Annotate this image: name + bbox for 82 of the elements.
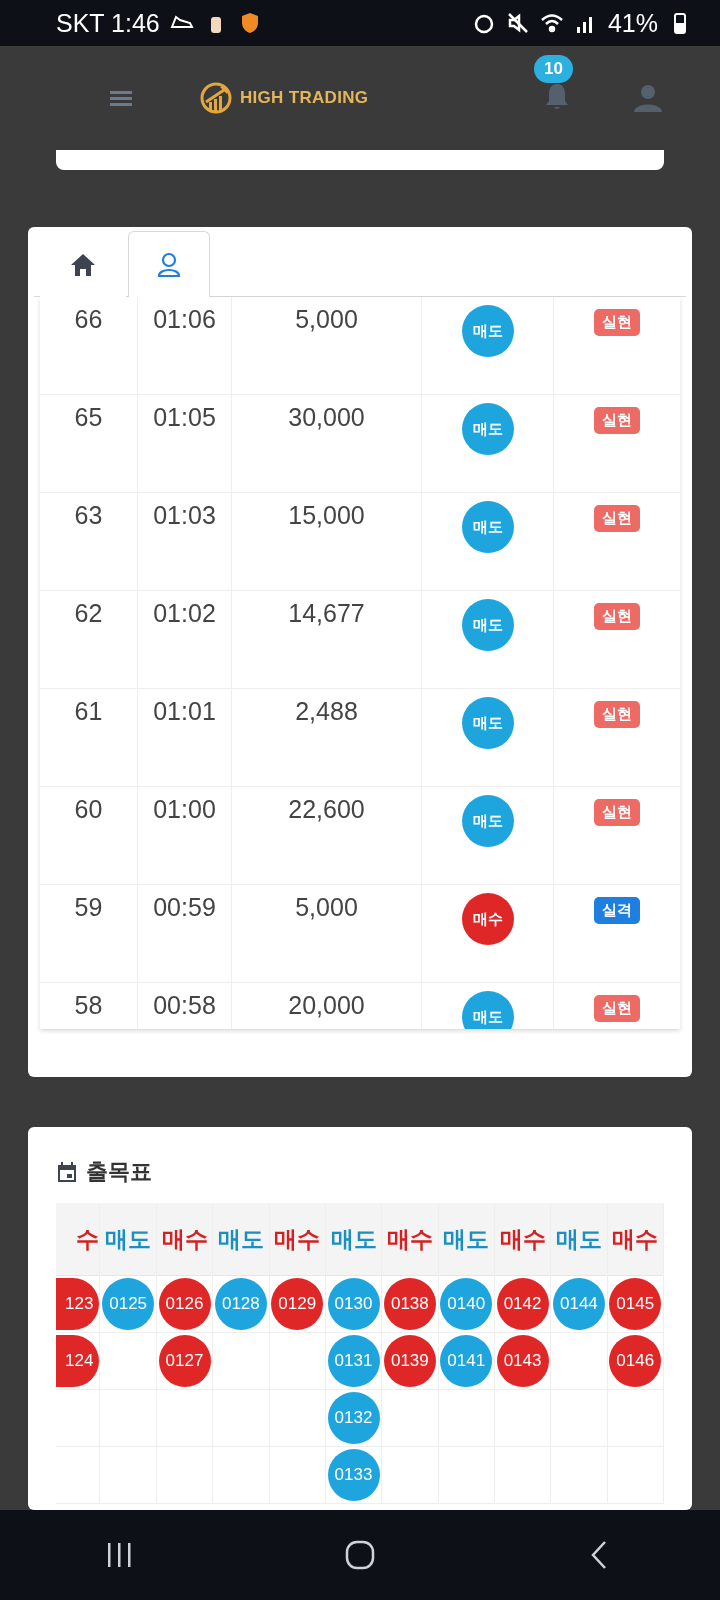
number-bubble: 0130 — [327, 1278, 380, 1330]
number-bubble: 0142 — [496, 1278, 549, 1330]
result-badge: 실현 — [594, 505, 640, 532]
trade-number: 59 — [74, 893, 103, 922]
column-label: 매수 — [161, 1224, 208, 1254]
number-bubble: 0131 — [327, 1335, 380, 1387]
result-badge: 실현 — [594, 407, 640, 434]
result-badge: 실현 — [594, 701, 640, 728]
result-badge: 실현 — [594, 603, 640, 630]
side-badge: 매도 — [461, 305, 514, 357]
side-badge: 매수 — [461, 893, 514, 945]
result-badge: 실격 — [594, 897, 640, 924]
trade-time: 01:03 — [153, 501, 216, 530]
trade-amount: 14,677 — [288, 599, 365, 628]
column-label: 매수 — [274, 1224, 321, 1254]
side-badge: 매도 — [461, 599, 514, 651]
brand-name: HIGH TRADING — [240, 88, 369, 108]
column-label: 매수 — [386, 1224, 433, 1254]
trade-amount: 15,000 — [288, 501, 365, 530]
trade-number: 66 — [74, 305, 103, 334]
result-badge: 실현 — [594, 995, 640, 1022]
number-bubble: 0132 — [327, 1392, 380, 1444]
side-badge: 매도 — [461, 403, 514, 455]
number-bubble: 0138 — [383, 1278, 436, 1330]
number-bubble: 0125 — [102, 1278, 155, 1330]
section-title: 출목표 — [86, 1158, 152, 1186]
calendar-icon — [56, 1161, 78, 1183]
number-bubble: 0141 — [440, 1335, 493, 1387]
number-bubble: 0139 — [383, 1335, 436, 1387]
side-badge: 매도 — [461, 991, 514, 1029]
mute-icon — [505, 11, 530, 35]
wifi-icon — [539, 11, 564, 35]
number-bubble: 0144 — [552, 1278, 605, 1330]
trade-amount: 5,000 — [295, 893, 358, 922]
column-label: 매도 — [330, 1224, 377, 1254]
column-label: 매수 — [499, 1224, 546, 1254]
side-badge: 매도 — [461, 697, 514, 749]
number-bubble: 0133 — [327, 1449, 380, 1501]
profile-tab[interactable] — [128, 231, 210, 297]
trade-time: 01:06 — [153, 305, 216, 334]
number-bubble: 0127 — [158, 1335, 211, 1387]
number-bubble: 0129 — [271, 1278, 324, 1330]
column-label: 매수 — [612, 1224, 659, 1254]
side-badge: 매도 — [461, 501, 514, 553]
result-badge: 실현 — [594, 799, 640, 826]
number-bubble: 0140 — [440, 1278, 493, 1330]
column-label: 매도 — [555, 1224, 602, 1254]
column-label: 매도 — [217, 1224, 264, 1254]
trade-time: 01:02 — [153, 599, 216, 628]
trade-amount: 5,000 — [295, 305, 358, 334]
number-bubble: 0146 — [609, 1335, 662, 1387]
trade-amount: 2,488 — [295, 697, 358, 726]
trade-time: 00:58 — [153, 991, 216, 1020]
column-label: 매도 — [443, 1224, 490, 1254]
logo-icon — [200, 82, 232, 114]
number-bubble: 0126 — [158, 1278, 211, 1330]
trade-amount: 30,000 — [288, 403, 365, 432]
column-label: 수 — [76, 1224, 100, 1254]
trade-number: 58 — [74, 991, 103, 1020]
trade-time: 00:59 — [153, 893, 216, 922]
result-badge: 실현 — [594, 309, 640, 336]
battery-percent: 41% — [607, 8, 658, 38]
number-bubble: 0143 — [496, 1335, 549, 1387]
trade-amount: 22,600 — [288, 795, 365, 824]
user-icon — [155, 250, 183, 279]
trade-time: 01:00 — [153, 795, 216, 824]
trade-time: 01:01 — [153, 697, 216, 726]
number-bubble: 123 — [56, 1278, 100, 1330]
trade-amount: 20,000 — [288, 991, 365, 1020]
column-label: 매도 — [105, 1224, 152, 1254]
trade-number: 60 — [74, 795, 103, 824]
trade-number: 65 — [74, 403, 103, 432]
trade-time: 01:05 — [153, 403, 216, 432]
status-time: SKT 1:46 — [56, 8, 160, 38]
trade-number: 63 — [74, 501, 103, 530]
notification-badge: 10 — [534, 55, 573, 83]
number-bubble: 0128 — [214, 1278, 267, 1330]
side-badge: 매도 — [461, 795, 514, 847]
number-bubble: 124 — [56, 1335, 100, 1387]
trade-number: 61 — [74, 697, 103, 726]
trade-number: 62 — [74, 599, 103, 628]
number-bubble: 0145 — [609, 1278, 662, 1330]
